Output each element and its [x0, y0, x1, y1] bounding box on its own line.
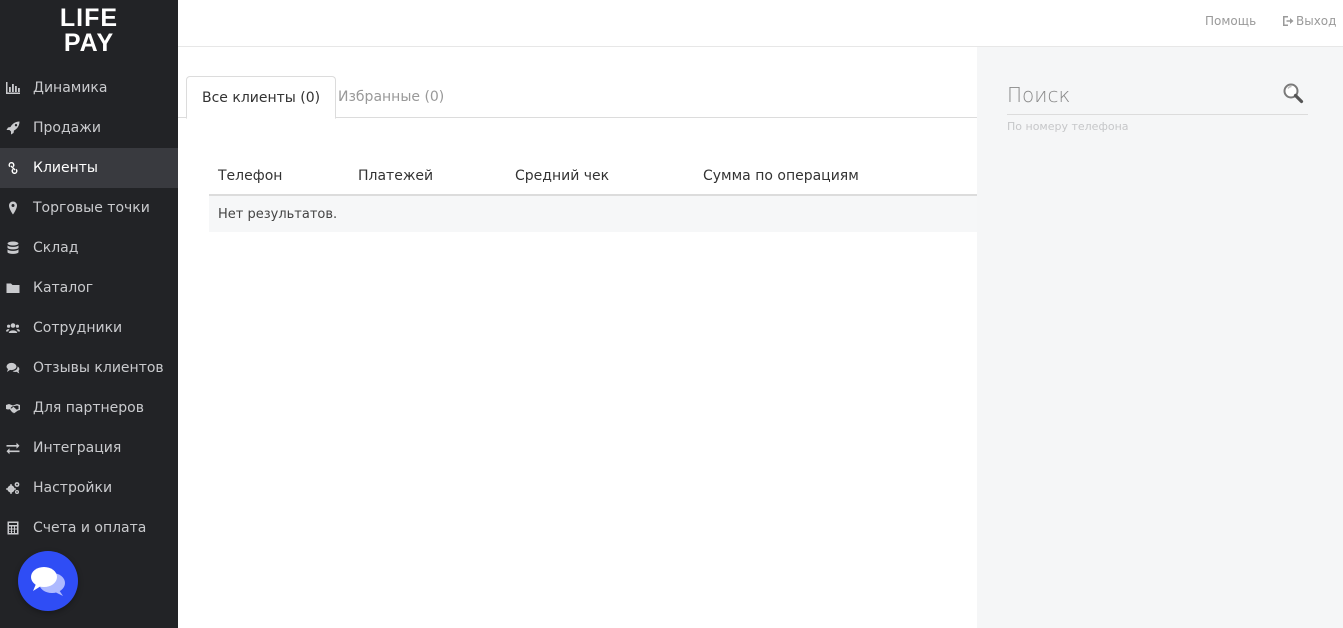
comments-icon — [6, 361, 20, 375]
help-link[interactable]: Помощь — [1205, 14, 1256, 28]
clients-table: Телефон Платежей Средний чек Сумма по оп… — [209, 159, 977, 232]
sidebar-item-integration[interactable]: Интеграция — [0, 428, 178, 468]
sidebar-item-reviews[interactable]: Отзывы клиентов — [0, 348, 178, 388]
sidebar-item-label: Динамика — [33, 80, 108, 96]
top-bar: Помощь Выход — [178, 0, 1343, 47]
calculator-icon — [6, 521, 20, 535]
sidebar-item-partners[interactable]: Для партнеров — [0, 388, 178, 428]
folder-icon — [6, 281, 20, 295]
column-header-payments[interactable]: Платежей — [358, 168, 433, 184]
sidebar-item-stores[interactable]: Торговые точки — [0, 188, 178, 228]
column-header-phone[interactable]: Телефон — [218, 168, 282, 184]
sidebar-item-catalog[interactable]: Каталог — [0, 268, 178, 308]
empty-results-text: Нет результатов. — [218, 207, 338, 222]
sidebar-item-employees[interactable]: Сотрудники — [0, 308, 178, 348]
sidebar-item-label: Продажи — [33, 120, 101, 136]
table-row: Нет результатов. — [209, 196, 977, 232]
sidebar-nav: Динамика Продажи Клиенты Торговые точки … — [0, 68, 178, 548]
sidebar-item-label: Отзывы клиентов — [33, 360, 164, 376]
sidebar-item-label: Интеграция — [33, 440, 122, 456]
logout-link[interactable]: Выход — [1282, 14, 1336, 28]
search-icon[interactable] — [1282, 82, 1304, 104]
handshake-icon — [6, 401, 20, 415]
search-hint: По номеру телефона — [1007, 120, 1129, 133]
sidebar-item-dynamics[interactable]: Динамика — [0, 68, 178, 108]
sidebar-item-label: Торговые точки — [33, 200, 150, 216]
sidebar-item-clients[interactable]: Клиенты — [0, 148, 178, 188]
sidebar-item-settings[interactable]: Настройки — [0, 468, 178, 508]
column-header-average-check[interactable]: Средний чек — [515, 168, 609, 184]
logo-line-1: LIFE — [59, 4, 119, 32]
database-icon — [6, 241, 20, 255]
sidebar-item-label: Сотрудники — [33, 320, 123, 336]
sidebar-item-label: Счета и оплата — [33, 520, 147, 536]
gears-icon — [6, 481, 20, 495]
logout-label: Выход — [1296, 14, 1337, 28]
logo-line-2: PAY — [63, 29, 115, 57]
sidebar-item-label: Настройки — [33, 480, 113, 496]
chat-button[interactable] — [18, 551, 78, 611]
column-header-operations-sum[interactable]: Сумма по операциям — [703, 168, 859, 184]
exchange-icon — [6, 441, 20, 455]
sidebar-item-warehouse[interactable]: Склад — [0, 228, 178, 268]
tabs: Все клиенты (0) Избранные (0) — [178, 76, 977, 119]
map-pin-icon — [6, 201, 20, 215]
rocket-icon — [6, 121, 20, 135]
sidebar-item-label: Для партнеров — [33, 400, 145, 416]
users-icon — [6, 321, 20, 335]
sidebar-item-billing[interactable]: Счета и оплата — [0, 508, 178, 548]
search-panel: По номеру телефона — [977, 47, 1343, 628]
table-header: Телефон Платежей Средний чек Сумма по оп… — [209, 159, 977, 196]
tab-all-clients[interactable]: Все клиенты (0) — [186, 76, 337, 119]
chat-bubbles-icon — [31, 567, 65, 596]
bar-chart-icon — [6, 81, 20, 95]
tab-favorites[interactable]: Избранные (0) — [323, 76, 459, 117]
sidebar: LIFE PAY Динамика Продажи Клиенты Торгов… — [0, 0, 178, 628]
sign-out-icon — [1283, 16, 1294, 26]
sidebar-item-label: Каталог — [33, 280, 94, 296]
sidebar-item-label: Клиенты — [33, 160, 98, 176]
link-icon — [6, 161, 20, 175]
logo[interactable]: LIFE PAY — [0, 6, 178, 56]
sidebar-item-sales[interactable]: Продажи — [0, 108, 178, 148]
search-box — [1007, 80, 1308, 115]
sidebar-item-label: Склад — [33, 240, 79, 256]
main-content: Все клиенты (0) Избранные (0) Телефон Пл… — [178, 47, 977, 628]
search-input[interactable] — [1007, 80, 1267, 110]
